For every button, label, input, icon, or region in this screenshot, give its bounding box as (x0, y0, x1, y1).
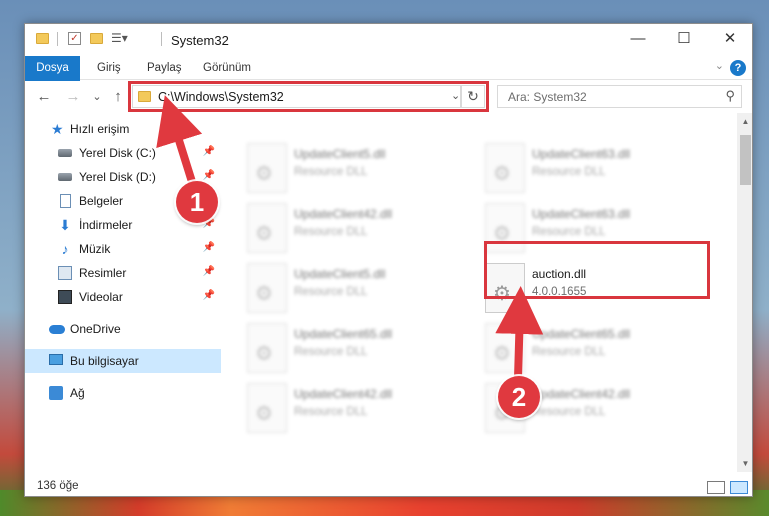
annotation-arrows (156, 95, 544, 382)
arrow-to-file (495, 286, 544, 382)
step-2-badge: 2 (498, 376, 540, 418)
arrow-to-address (156, 95, 203, 189)
step-1-badge: 1 (176, 181, 218, 223)
